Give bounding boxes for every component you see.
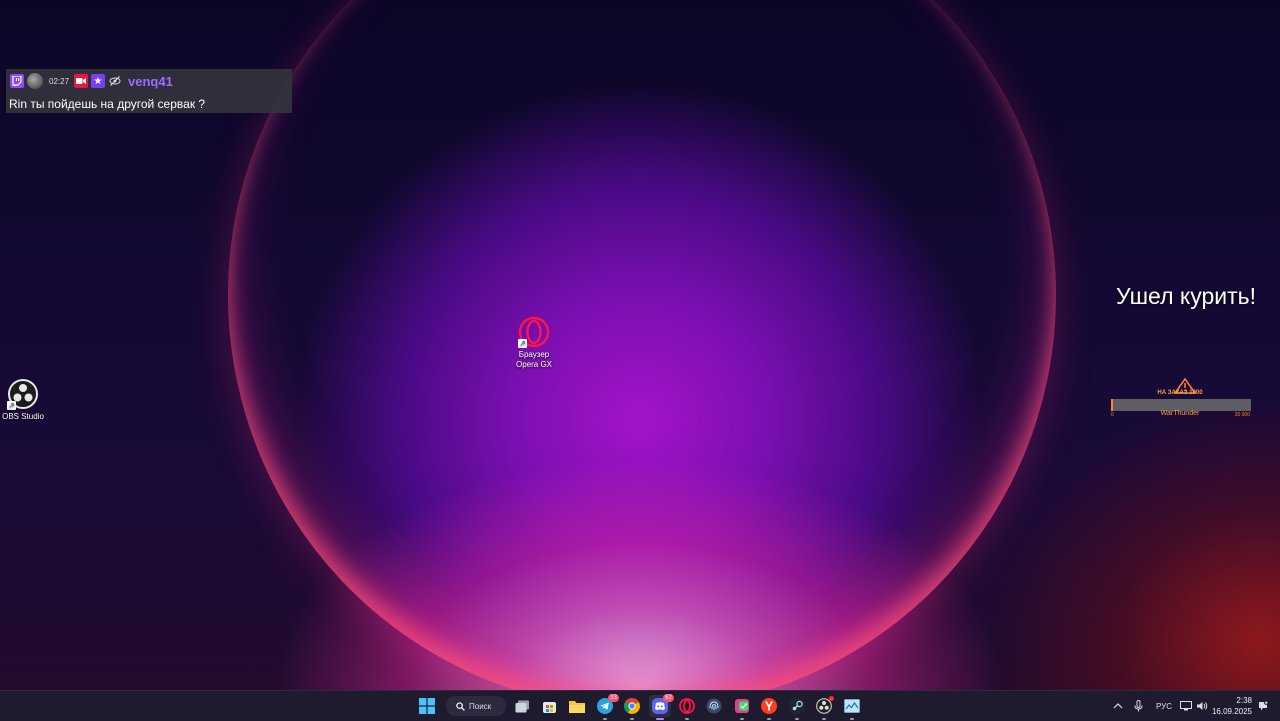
- monitor-icon: [844, 699, 860, 713]
- taskbar-search[interactable]: Поиск: [446, 696, 506, 716]
- shortcut-arrow-icon: ↗: [518, 339, 527, 348]
- desktop-icon-label: OBS Studio: [2, 412, 44, 421]
- taskbar-app-file-explorer[interactable]: [566, 695, 588, 717]
- discord-badge: 62: [663, 694, 674, 702]
- notification-bell-icon: [1259, 700, 1268, 710]
- star-badge-icon: ★: [91, 74, 106, 88]
- volume-icon: [1197, 702, 1208, 710]
- taskbar-app-fingerprint[interactable]: [703, 695, 725, 717]
- widget-min-label: 0: [1111, 412, 1114, 418]
- chevron-up-icon: [1113, 703, 1123, 709]
- twitch-icon: [10, 74, 24, 88]
- taskbar-app-discord[interactable]: 62: [649, 694, 674, 720]
- taskbar-app-green[interactable]: [731, 695, 753, 720]
- taskbar-app-steam[interactable]: [786, 695, 808, 720]
- network-icon: [1180, 701, 1192, 711]
- steam-icon: [789, 698, 805, 714]
- obs-icon: ↗: [7, 378, 39, 410]
- wallpaper-orb: [228, 0, 1056, 690]
- opera-gx-icon: ↗: [518, 316, 550, 348]
- taskbar-app-yandex[interactable]: [758, 695, 780, 720]
- away-status-text: Ушел курить!: [1116, 283, 1256, 309]
- start-button[interactable]: [416, 695, 438, 717]
- desktop-icon-label: Браузер: [518, 350, 550, 359]
- clock-time: 2:38: [1236, 696, 1252, 705]
- clock-date: 16.09.2025: [1211, 707, 1252, 716]
- fingerprint-icon: [706, 698, 722, 714]
- task-view-button[interactable]: [511, 695, 533, 717]
- opera-icon: [679, 698, 695, 714]
- telegram-badge: 33: [608, 694, 619, 702]
- chrome-icon: [624, 698, 640, 714]
- taskbar-app-chrome[interactable]: [621, 695, 643, 720]
- task-view-icon: [515, 700, 529, 712]
- taskbar-app-task-manager[interactable]: [841, 695, 863, 720]
- tray-overflow-button[interactable]: [1113, 691, 1123, 721]
- network-button[interactable]: [1180, 691, 1192, 721]
- taskbar-app-store[interactable]: [538, 695, 560, 717]
- taskbar-app-telegram[interactable]: 33: [594, 694, 619, 720]
- volume-button[interactable]: [1196, 691, 1208, 721]
- notifications-button[interactable]: [1258, 691, 1268, 721]
- search-icon: [456, 701, 465, 711]
- language-indicator[interactable]: РУС: [1156, 691, 1172, 721]
- widget-bottom-text: WarThunder: [1160, 410, 1200, 417]
- desktop-icon-opera-gx[interactable]: ↗ Браузер Opera GX: [502, 316, 566, 370]
- desktop: 02:27 ★ venq41 Rin ты пойдешь на другой …: [0, 0, 1280, 690]
- recording-indicator: [829, 696, 834, 701]
- chat-timestamp: 02:27: [49, 76, 70, 86]
- shortcut-arrow-icon: ↗: [7, 401, 16, 410]
- widget-max-label: 20 000: [1234, 412, 1250, 418]
- camera-badge-icon: [74, 74, 89, 88]
- green-app-icon: [735, 699, 749, 713]
- chat-message: Rin ты пойдешь на другой сервак ?: [9, 97, 206, 111]
- taskbar-app-opera-gx[interactable]: [676, 695, 698, 720]
- windows-icon: [419, 698, 435, 714]
- chat-header: 02:27 ★ venq41: [10, 73, 173, 89]
- microphone-icon: [1134, 700, 1143, 712]
- microphone-button[interactable]: [1134, 691, 1143, 721]
- taskbar: Поиск 33 62 РУС 2:38 16.09.2025: [0, 690, 1280, 721]
- eye-slash-icon: [108, 74, 122, 88]
- desktop-icon-obs[interactable]: ↗ OBS Studio: [0, 378, 55, 422]
- folder-icon: [569, 700, 585, 713]
- store-icon: [542, 701, 556, 713]
- taskbar-app-obs[interactable]: [813, 695, 835, 720]
- yandex-icon: [761, 698, 777, 714]
- widget-top-text: НА ЗАКАЗ 1000: [1157, 390, 1203, 396]
- goal-widget: НА ЗАКАЗ 1000 WarThunder 0 20 000: [1108, 378, 1252, 420]
- search-label: Поиск: [469, 701, 492, 711]
- chat-username: venq41: [128, 73, 173, 89]
- avatar: [27, 73, 43, 89]
- clock[interactable]: 2:38 16.09.2025: [1212, 695, 1252, 717]
- chat-overlay: 02:27 ★ venq41 Rin ты пойдешь на другой …: [6, 69, 292, 113]
- desktop-icon-label: Opera GX: [515, 360, 552, 369]
